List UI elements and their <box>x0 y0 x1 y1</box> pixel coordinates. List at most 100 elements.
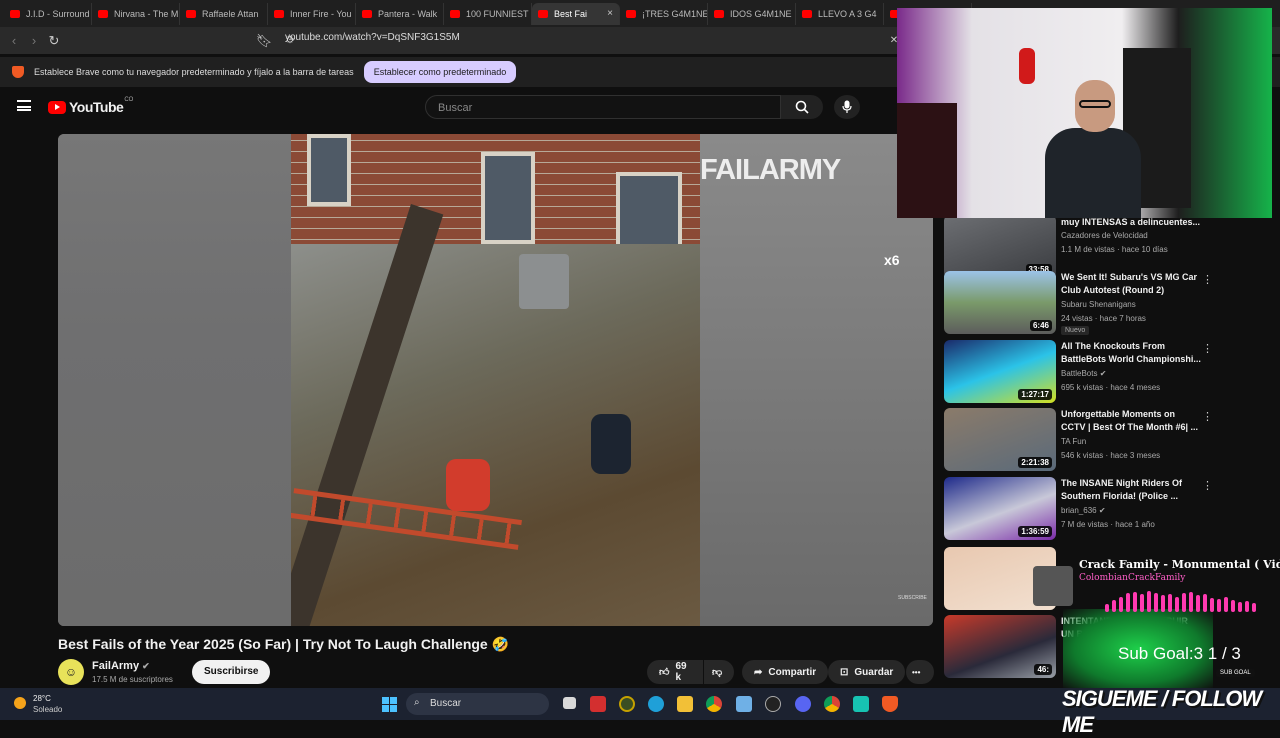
recommendation-channel[interactable]: TA Fun <box>1061 437 1086 446</box>
chrome-icon[interactable] <box>706 696 722 712</box>
video-thumbnail[interactable]: 6:46 <box>944 271 1056 334</box>
recommendation-channel[interactable]: Cazadores de Velocidad <box>1061 231 1148 240</box>
discord-icon[interactable] <box>795 696 811 712</box>
recommendation-item[interactable]: 1:27:17 All The Knockouts From BattleBots… <box>944 340 1214 404</box>
now-playing-overlay: Crack Family - Monumental ( Video Of Col… <box>1025 554 1280 689</box>
set-default-button[interactable]: Establecer como predeterminado <box>363 61 517 83</box>
app-red-icon[interactable] <box>590 696 606 712</box>
browser-tab[interactable]: Pantera - Walk <box>356 2 444 25</box>
youtube-favicon-icon <box>450 9 460 18</box>
brave-icon[interactable] <box>882 696 898 712</box>
like-button[interactable]: 👍︎ 69 k <box>647 660 703 684</box>
more-actions-button[interactable]: ••• <box>906 660 934 684</box>
red-figure <box>1019 48 1035 84</box>
recommendation-title[interactable]: The INSANE Night Riders Of Southern Flor… <box>1061 477 1201 503</box>
sun-icon[interactable] <box>14 697 26 709</box>
microphone-icon <box>842 100 852 113</box>
video-thumbnail[interactable]: 2:21:38 <box>944 408 1056 471</box>
recommendation-item[interactable]: 6:46 We Sent It! Subaru's VS MG Car Club … <box>944 271 1214 335</box>
url-field[interactable]: youtube.com/watch?v=DqSNF3G1S5M <box>285 32 460 43</box>
notepad-icon[interactable] <box>736 696 752 712</box>
share-button[interactable]: ➦ Compartir <box>742 660 829 684</box>
visualizer-bar <box>1147 591 1151 612</box>
visualizer-bar <box>1224 597 1228 612</box>
toy-figure <box>897 103 957 218</box>
channel-name[interactable]: FailArmy ✔ <box>92 660 150 672</box>
browser-tab[interactable]: J.I.D - Surround <box>4 2 92 25</box>
forward-icon[interactable]: › <box>24 33 44 48</box>
visualizer-bar <box>1154 593 1158 612</box>
app-circle-icon[interactable] <box>619 696 635 712</box>
browser-tab[interactable]: Nirvana - The M <box>92 2 180 25</box>
close-tab-icon[interactable]: × <box>607 8 613 19</box>
multiplier-badge: x6 <box>884 252 900 268</box>
save-button[interactable]: ⊡ Guardar <box>828 660 906 684</box>
webcam-overlay <box>897 8 1272 218</box>
window <box>307 134 351 206</box>
visualizer-bar <box>1245 601 1249 612</box>
taskbar-search[interactable]: ⌕ Buscar <box>406 693 549 715</box>
visualizer-bar <box>1217 599 1221 612</box>
edge-icon[interactable] <box>648 696 664 712</box>
video-player[interactable]: FAILARMY x6 SUBSCRIBE <box>58 134 933 626</box>
app-green-icon[interactable] <box>853 696 869 712</box>
search-button[interactable] <box>781 95 823 119</box>
browser-tab[interactable]: 100 FUNNIEST <box>444 2 532 25</box>
browser-tab[interactable]: IDOS G4M1NE <box>708 2 796 25</box>
browser-tab[interactable]: Inner Fire - You <box>268 2 356 25</box>
more-options-icon[interactable]: ⋮ <box>1202 479 1213 492</box>
github-icon[interactable] <box>765 696 781 712</box>
chrome-profile-icon[interactable] <box>824 696 840 712</box>
more-options-icon[interactable]: ⋮ <box>1202 410 1213 423</box>
more-options-icon[interactable]: ⋮ <box>1202 273 1213 286</box>
video-thumbnail[interactable]: 33:58 <box>944 215 1056 278</box>
bookmark-save-icon: ⊡ <box>840 666 849 678</box>
start-button[interactable] <box>382 697 397 712</box>
more-options-icon[interactable]: ⋮ <box>1202 342 1213 355</box>
recommendation-channel[interactable]: brian_636 ✔ <box>1061 506 1106 515</box>
tab-label: Pantera - Walk <box>378 8 438 19</box>
channel-avatar[interactable]: ☺ <box>58 659 84 685</box>
recommendation-item[interactable]: 2:21:38 Unforgettable Moments on CCTV | B… <box>944 408 1214 472</box>
weather-temperature[interactable]: 28°C <box>33 694 51 703</box>
sub-goal-counter: Sub Goal:3 1 / 3 <box>1118 644 1241 663</box>
browser-tab[interactable]: ¡TRES G4M1NE <box>620 2 708 25</box>
streamer-body <box>1045 128 1141 218</box>
subscribe-button[interactable]: Suscribirse <box>192 660 271 684</box>
weather-condition[interactable]: Soleado <box>33 705 62 714</box>
youtube-logo[interactable]: YouTube CO <box>48 97 133 115</box>
recommendation-item[interactable]: 1:36:59 The INSANE Night Riders Of Southe… <box>944 477 1214 541</box>
task-view-icon[interactable] <box>563 697 576 709</box>
youtube-favicon-icon <box>538 9 548 18</box>
bookmark-icon[interactable]: 🔖︎ <box>254 33 274 49</box>
recommendation-title[interactable]: Unforgettable Moments on CCTV | Best Of … <box>1061 408 1201 434</box>
file-explorer-icon[interactable] <box>677 696 693 712</box>
video-duration: 1:36:59 <box>1018 526 1052 537</box>
video-thumbnail[interactable]: 1:27:17 <box>944 340 1056 403</box>
search-input[interactable]: Buscar <box>425 95 781 119</box>
video-duration: 1:27:17 <box>1018 389 1052 400</box>
like-count: 69 k <box>675 661 687 683</box>
search-icon: ⌕ <box>414 697 420 708</box>
video-title: Best Fails of the Year 2025 (So Far) | T… <box>58 636 510 652</box>
visualizer-bar <box>1182 593 1186 612</box>
menu-icon[interactable] <box>17 100 31 111</box>
recommendation-title[interactable]: All The Knockouts From BattleBots World … <box>1061 340 1201 366</box>
visualizer-bar <box>1210 598 1214 612</box>
back-icon[interactable]: ‹ <box>4 33 24 48</box>
tab-label: Raffaele Attan <box>202 8 259 19</box>
recommendation-item[interactable]: 33:58 muy INTENSAS a delincuentes... Cazad… <box>944 215 1214 279</box>
voice-search-button[interactable] <box>834 95 860 119</box>
reload-icon[interactable]: ↻ <box>44 33 64 49</box>
video-thumbnail[interactable]: 1:36:59 <box>944 477 1056 540</box>
recommendation-channel-text: brian_636 <box>1061 506 1097 515</box>
recommendation-channel-text: BattleBots <box>1061 369 1098 378</box>
recommendation-channel[interactable]: Subaru Shenanigans <box>1061 300 1136 309</box>
recommendation-title[interactable]: We Sent It! Subaru's VS MG Car Club Auto… <box>1061 271 1201 297</box>
browser-tab-active[interactable]: Best Fai × <box>532 2 620 25</box>
browser-tab[interactable]: Raffaele Attan <box>180 2 268 25</box>
browser-tab[interactable]: LLEVO A 3 G4 <box>796 2 884 25</box>
visualizer-bar <box>1133 592 1137 612</box>
dislike-button[interactable]: 👎︎ <box>704 660 734 684</box>
recommendation-channel[interactable]: BattleBots ✔ <box>1061 369 1106 378</box>
